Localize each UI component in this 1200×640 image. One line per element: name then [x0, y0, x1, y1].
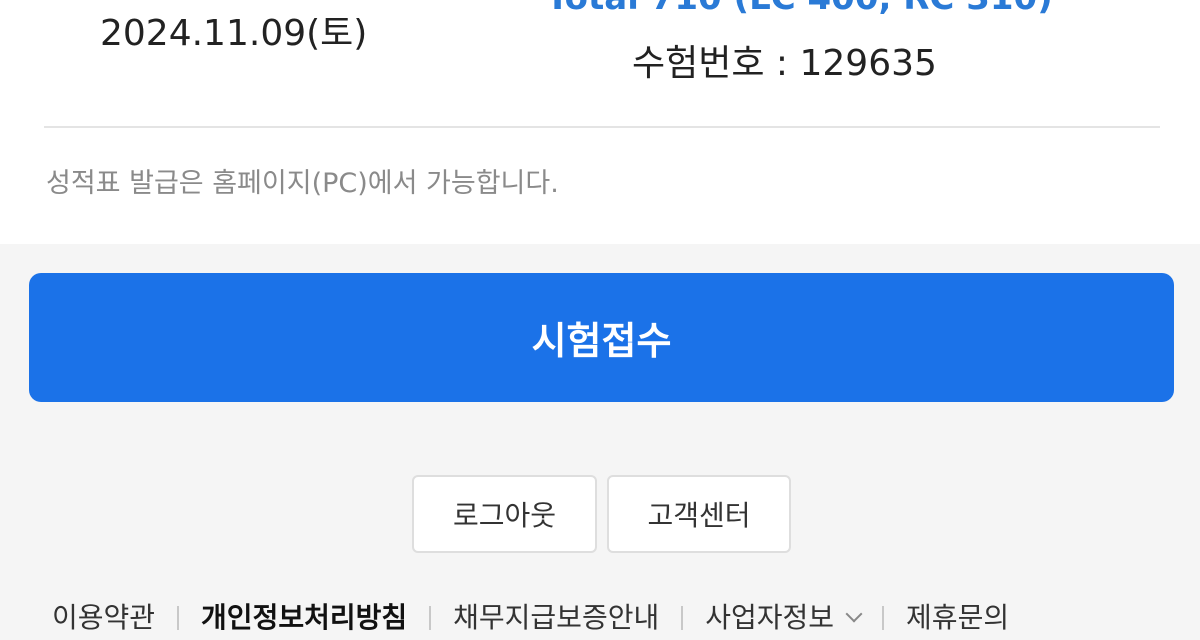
footer-separator — [177, 606, 180, 630]
divider — [44, 126, 1160, 128]
footer-link-business-info-label: 사업자정보 — [705, 601, 835, 634]
score-total: Total 710 (LC 400, RC 310) — [546, 0, 1053, 22]
customer-center-button[interactable]: 고객센터 — [607, 475, 791, 553]
footer-link-payment-guarantee[interactable]: 채무지급보증안내 — [453, 596, 659, 640]
score-card: 2024.11.09(토) Total 710 (LC 400, RC 310)… — [0, 0, 1200, 244]
exam-number: 수험번호 : 129635 — [632, 43, 937, 84]
scorecard-notice: 성적표 발급은 홈페이지(PC)에서 가능합니다. — [46, 168, 559, 199]
chevron-down-icon — [845, 605, 863, 623]
footer-links: 이용약관 개인정보처리방침 채무지급보증안내 사업자정보 제휴문의 — [52, 596, 1009, 640]
footer-separator — [681, 606, 684, 630]
footer-separator — [429, 606, 432, 630]
footer-link-partnership[interactable]: 제휴문의 — [906, 596, 1009, 640]
exam-date: 2024.11.09(토) — [100, 13, 368, 54]
footer-link-business-info[interactable]: 사업자정보 — [705, 596, 863, 640]
footer-link-terms[interactable]: 이용약관 — [52, 596, 155, 640]
logout-button[interactable]: 로그아웃 — [412, 475, 597, 553]
footer-separator — [882, 606, 885, 630]
footer-link-privacy[interactable]: 개인정보처리방침 — [201, 596, 407, 640]
exam-apply-button[interactable]: 시험접수 — [29, 273, 1174, 402]
